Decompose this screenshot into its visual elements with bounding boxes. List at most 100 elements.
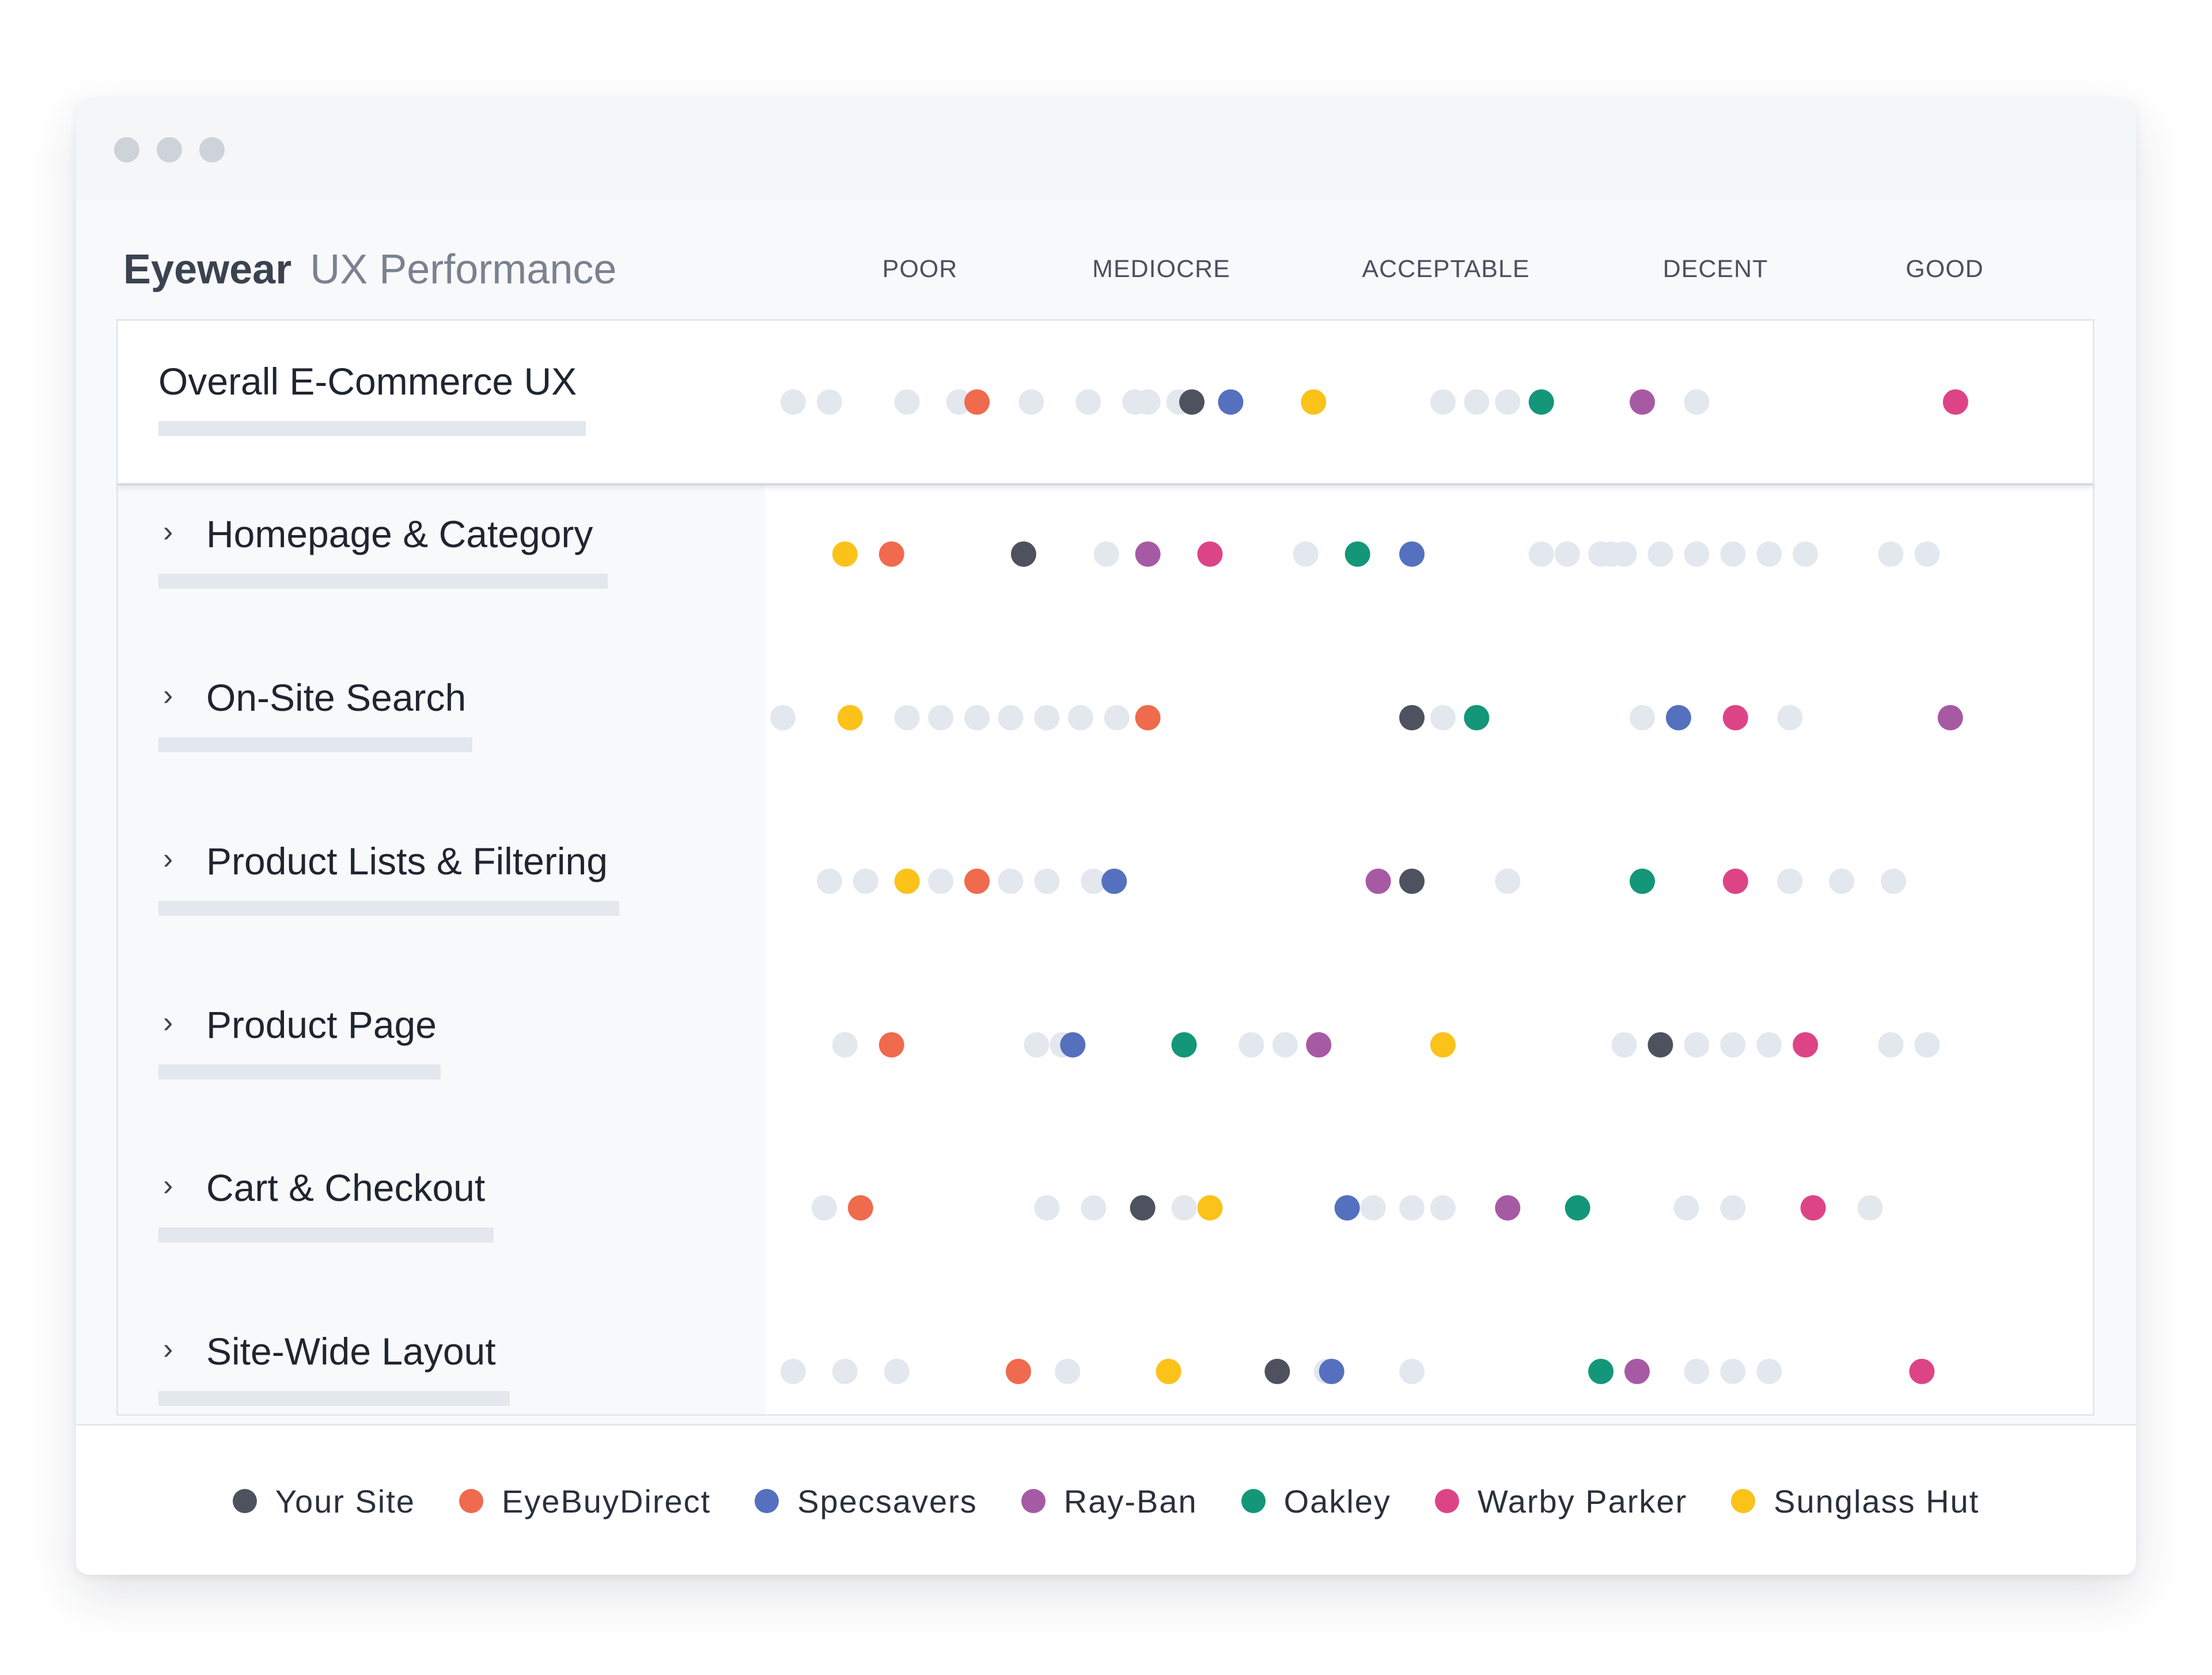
dot-eyebuydirect[interactable] [878, 1032, 904, 1058]
background-dot [1720, 1359, 1746, 1384]
dot-eyebuydirect[interactable] [847, 1195, 873, 1221]
background-dot [1135, 389, 1161, 415]
background-dot [998, 869, 1024, 894]
background-dot [1793, 541, 1819, 567]
background-dot [832, 1032, 858, 1058]
background-dot [1720, 1195, 1746, 1221]
background-dot [1360, 1195, 1386, 1221]
dot-sunglass-hut[interactable] [1430, 1032, 1456, 1058]
dot-specsavers[interactable] [1665, 705, 1691, 730]
background-dot [1829, 869, 1855, 894]
dot-oakley[interactable] [1464, 705, 1490, 730]
dot-sunglass-hut[interactable] [1156, 1359, 1181, 1384]
background-dot [1430, 1195, 1456, 1221]
dot-specsavers[interactable] [1101, 869, 1127, 894]
dot-your-site[interactable] [1010, 541, 1036, 567]
dot-your-site[interactable] [1264, 1359, 1290, 1384]
background-dot [1878, 1032, 1904, 1058]
dot-warby-parker[interactable] [1800, 1195, 1826, 1221]
dot-warby-parker[interactable] [1197, 541, 1223, 567]
dot-oakley[interactable] [1629, 869, 1655, 894]
dot-specsavers[interactable] [1399, 541, 1425, 567]
dot-row [832, 541, 1940, 567]
dot-your-site[interactable] [1179, 389, 1205, 415]
background-dot [1034, 869, 1060, 894]
dot-eyebuydirect[interactable] [1005, 1359, 1031, 1384]
dot-sunglass-hut[interactable] [1197, 1195, 1223, 1221]
background-dot [816, 869, 842, 894]
legend-item: Ray-Ban [1021, 1483, 1198, 1520]
dot-specsavers[interactable] [1334, 1195, 1360, 1221]
background-dot [1238, 1032, 1264, 1058]
dot-row [780, 389, 1968, 415]
background-dot [780, 1359, 806, 1384]
dot-your-site[interactable] [1399, 869, 1425, 894]
background-dot [884, 1359, 910, 1384]
dot-your-site[interactable] [1399, 705, 1425, 730]
column-label-good: GOOD [1906, 255, 1984, 283]
background-dot [1034, 1195, 1060, 1221]
dot-ray-ban[interactable] [1365, 869, 1391, 894]
background-dot [1495, 389, 1521, 415]
dot-specsavers[interactable] [1060, 1032, 1086, 1058]
background-dot [811, 1195, 837, 1221]
column-label-poor: POOR [882, 255, 958, 283]
dot-warby-parker[interactable] [1793, 1032, 1819, 1058]
dot-sunglass-hut[interactable] [1301, 389, 1327, 415]
background-dot [1611, 1032, 1637, 1058]
dot-row [816, 869, 1906, 894]
dot-row [811, 1195, 1883, 1221]
dot-oakley[interactable] [1588, 1359, 1614, 1384]
dot-warby-parker[interactable] [1909, 1359, 1935, 1384]
background-dot [1720, 1032, 1746, 1058]
dot-eyebuydirect[interactable] [964, 389, 990, 415]
background-dot [1272, 1032, 1298, 1058]
dot-warby-parker[interactable] [1722, 705, 1748, 730]
legend-item: Warby Parker [1434, 1483, 1687, 1520]
dot-eyebuydirect[interactable] [878, 541, 904, 567]
dot-oakley[interactable] [1171, 1032, 1197, 1058]
dot-specsavers[interactable] [1319, 1359, 1344, 1384]
legend-swatch [755, 1489, 779, 1513]
dot-warby-parker[interactable] [1722, 869, 1748, 894]
dot-oakley[interactable] [1344, 541, 1370, 567]
background-dot [894, 389, 920, 415]
background-dot [928, 869, 954, 894]
page-title-brand: Eyewear [123, 247, 292, 293]
legend-item: EyeBuyDirect [459, 1483, 711, 1520]
background-dot [1878, 541, 1904, 567]
background-dot [1528, 541, 1554, 567]
dot-ray-ban[interactable] [1629, 389, 1655, 415]
dot-eyebuydirect[interactable] [1135, 705, 1161, 730]
browser-window: Eyewear UX Performance POOR MEDIOCRE ACCEPT… [76, 99, 2136, 1575]
dot-your-site[interactable] [1130, 1195, 1156, 1221]
column-label-mediocre: MEDIOCRE [1092, 255, 1230, 283]
dot-row [780, 1359, 1935, 1384]
window-minimize-control[interactable] [157, 137, 182, 162]
dot-your-site[interactable] [1647, 1032, 1673, 1058]
dot-ray-ban[interactable] [1495, 1195, 1521, 1221]
background-dot [816, 389, 842, 415]
background-dot [1430, 705, 1456, 730]
dot-warby-parker[interactable] [1942, 389, 1968, 415]
dot-ray-ban[interactable] [1624, 1359, 1650, 1384]
dot-sunglass-hut[interactable] [894, 869, 920, 894]
background-dot [1104, 705, 1130, 730]
dot-sunglass-hut[interactable] [832, 541, 858, 567]
dot-ray-ban[interactable] [1306, 1032, 1332, 1058]
page-title: Eyewear UX Performance [123, 235, 616, 304]
dot-ray-ban[interactable] [1937, 705, 1963, 730]
column-label-acceptable: ACCEPTABLE [1362, 255, 1530, 283]
dot-specsavers[interactable] [1218, 389, 1244, 415]
background-dot [1880, 869, 1906, 894]
dot-oakley[interactable] [1565, 1195, 1590, 1221]
window-maximize-control[interactable] [199, 137, 225, 162]
dot-sunglass-hut[interactable] [837, 705, 863, 730]
background-dot [894, 705, 920, 730]
legend-label: Specsavers [797, 1483, 978, 1519]
dot-oakley[interactable] [1528, 389, 1554, 415]
dot-ray-ban[interactable] [1135, 541, 1161, 567]
background-dot [1464, 389, 1490, 415]
window-close-control[interactable] [114, 137, 139, 162]
dot-eyebuydirect[interactable] [964, 869, 990, 894]
